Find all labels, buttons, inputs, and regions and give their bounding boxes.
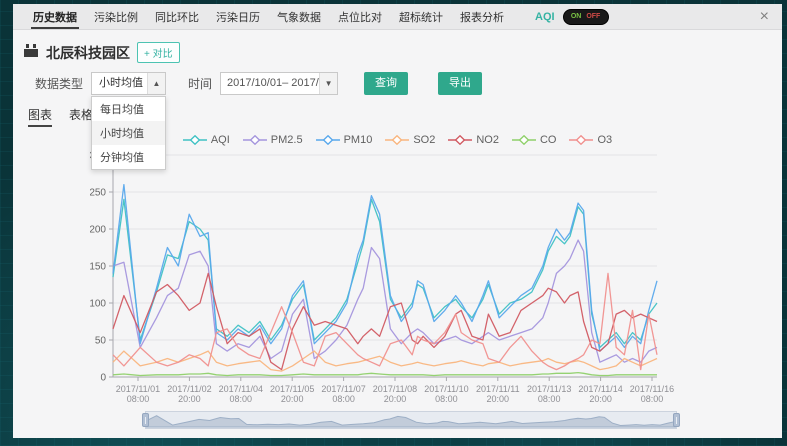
svg-text:2017/11/1008:00: 2017/11/1008:00 — [424, 384, 468, 404]
svg-text:0: 0 — [100, 373, 106, 384]
station-header: 北辰科技园区 + 对比 — [23, 42, 782, 63]
svg-text:2017/11/1420:00: 2017/11/1420:00 — [578, 384, 622, 404]
svg-text:150: 150 — [90, 262, 106, 273]
export-button[interactable]: 导出 — [438, 72, 482, 95]
legend-label: O3 — [597, 134, 612, 146]
nav-tab-7[interactable]: 报表分析 — [460, 4, 504, 29]
nav-tab-1[interactable]: 污染比例 — [94, 4, 138, 29]
datazoom-handle-left[interactable] — [142, 413, 149, 427]
data-type-select[interactable]: 小时均值 ▲ — [91, 72, 166, 95]
chevron-up-icon[interactable]: ▲ — [147, 73, 165, 94]
svg-text:100: 100 — [90, 299, 106, 310]
legend-item-O3[interactable]: O3 — [569, 134, 612, 146]
svg-text:50: 50 — [95, 336, 107, 347]
close-icon[interactable]: × — [760, 9, 769, 25]
app-window: 历史数据污染比例同比环比污染日历气象数据点位比对超标统计报表分析 AQI ON … — [13, 4, 782, 438]
svg-text:250: 250 — [90, 188, 106, 199]
legend-item-NO2[interactable]: NO2 — [448, 134, 499, 146]
filter-bar: 数据类型 小时均值 ▲ 每日均值小时均值分钟均值 时间 2017/10/01– … — [35, 72, 782, 95]
legend-marker-icon — [316, 135, 340, 145]
tab-table[interactable]: 表格 — [69, 106, 93, 127]
dropdown-option-1[interactable]: 小时均值 — [92, 121, 165, 145]
building-icon — [23, 43, 39, 63]
legend-item-AQI[interactable]: AQI — [183, 134, 230, 146]
svg-text:2017/11/0408:00: 2017/11/0408:00 — [219, 384, 263, 404]
toggle-off-label: OFF — [586, 13, 600, 20]
legend-label: NO2 — [476, 134, 499, 146]
aqi-toggle-switch[interactable]: ON OFF — [563, 9, 609, 25]
data-type-dropdown: 每日均值小时均值分钟均值 — [91, 96, 166, 170]
svg-text:2017/11/0708:00: 2017/11/0708:00 — [321, 384, 365, 404]
legend-marker-icon — [385, 135, 409, 145]
line-chart[interactable]: 0501001502002503002017/11/0108:002017/11… — [90, 146, 690, 408]
svg-text:2017/11/0220:00: 2017/11/0220:00 — [167, 384, 211, 404]
legend-label: AQI — [211, 134, 230, 146]
datazoom-handle-right[interactable] — [673, 413, 680, 427]
legend-item-SO2[interactable]: SO2 — [385, 134, 435, 146]
dropdown-option-0[interactable]: 每日均值 — [92, 97, 165, 121]
legend-marker-icon — [448, 135, 472, 145]
tab-chart[interactable]: 图表 — [28, 106, 52, 127]
legend-label: CO — [540, 134, 557, 146]
date-range-value: 2017/10/01– 2017/10/31 — [221, 73, 319, 94]
legend-label: PM2.5 — [271, 134, 303, 146]
legend-marker-icon — [183, 135, 207, 145]
legend-item-PM2.5[interactable]: PM2.5 — [243, 134, 303, 146]
data-type-select-wrap: 小时均值 ▲ 每日均值小时均值分钟均值 — [91, 72, 166, 95]
legend-item-CO[interactable]: CO — [512, 134, 557, 146]
svg-text:2017/11/1608:00: 2017/11/1608:00 — [630, 384, 674, 404]
dropdown-option-2[interactable]: 分钟均值 — [92, 145, 165, 169]
svg-text:2017/11/1120:00: 2017/11/1120:00 — [476, 384, 520, 404]
nav-tab-2[interactable]: 同比环比 — [155, 4, 199, 29]
svg-text:2017/11/0820:00: 2017/11/0820:00 — [373, 384, 417, 404]
svg-text:200: 200 — [90, 225, 106, 236]
compare-button[interactable]: + 对比 — [137, 42, 180, 63]
data-type-label: 数据类型 — [35, 75, 83, 92]
legend-item-PM10[interactable]: PM10 — [316, 134, 373, 146]
station-title: 北辰科技园区 — [46, 43, 130, 63]
aqi-label: AQI — [535, 11, 555, 23]
legend-marker-icon — [243, 135, 267, 145]
nav-tabs: 历史数据污染比例同比环比污染日历气象数据点位比对超标统计报表分析 — [33, 4, 521, 29]
legend-marker-icon — [512, 135, 536, 145]
svg-text:2017/11/0108:00: 2017/11/0108:00 — [116, 384, 160, 404]
aqi-toggle-group: AQI ON OFF — [535, 4, 609, 29]
top-nav: 历史数据污染比例同比环比污染日历气象数据点位比对超标统计报表分析 AQI ON … — [13, 4, 782, 30]
chevron-down-icon[interactable]: ▼ — [319, 73, 337, 94]
toggle-on-label: ON — [571, 13, 582, 20]
time-label: 时间 — [188, 75, 212, 92]
nav-tab-6[interactable]: 超标统计 — [399, 4, 443, 29]
date-range-wrap: 2017/10/01– 2017/10/31 ▼ — [220, 72, 338, 95]
nav-tab-3[interactable]: 污染日历 — [216, 4, 260, 29]
svg-text:2017/11/1308:00: 2017/11/1308:00 — [527, 384, 571, 404]
legend-label: SO2 — [413, 134, 435, 146]
legend-marker-icon — [569, 135, 593, 145]
query-button[interactable]: 查询 — [364, 72, 408, 95]
nav-tab-0[interactable]: 历史数据 — [33, 4, 77, 29]
nav-tab-4[interactable]: 气象数据 — [277, 4, 321, 29]
date-range-input[interactable]: 2017/10/01– 2017/10/31 ▼ — [220, 72, 338, 95]
legend-label: PM10 — [344, 134, 373, 146]
datazoom-slider[interactable] — [145, 411, 677, 429]
nav-tab-5[interactable]: 点位比对 — [338, 4, 382, 29]
svg-text:2017/11/0520:00: 2017/11/0520:00 — [270, 384, 314, 404]
data-type-value: 小时均值 — [92, 73, 147, 94]
